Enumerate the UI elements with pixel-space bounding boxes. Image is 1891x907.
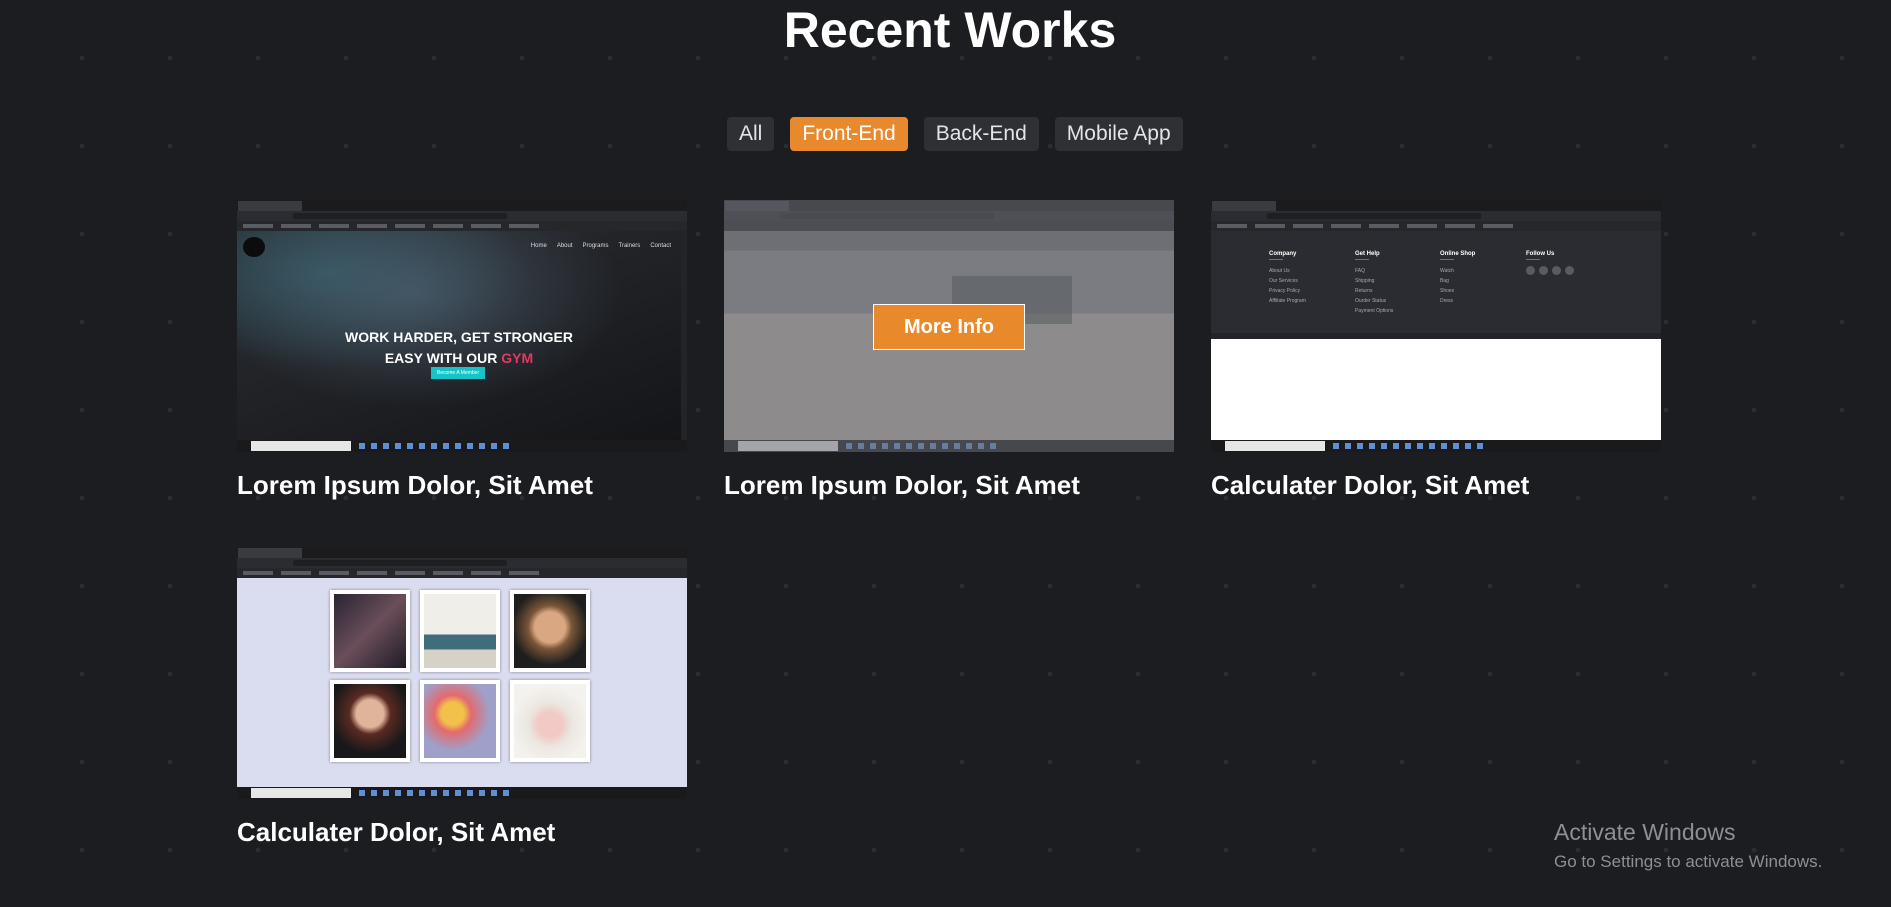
work-thumbnail-desk[interactable]: More Info — [724, 200, 1174, 452]
become-member-button: Become A Member — [431, 367, 485, 379]
work-thumbnail-gym[interactable]: Home About Programs Trainers Contact WOR… — [237, 200, 687, 452]
filter-back-end[interactable]: Back-End — [923, 117, 1039, 151]
filter-bar: All Front-End Back-End Mobile App — [727, 117, 1183, 151]
work-title[interactable]: Lorem Ipsum Dolor, Sit Amet — [724, 470, 1174, 501]
work-title[interactable]: Lorem Ipsum Dolor, Sit Amet — [237, 470, 687, 501]
gallery-photo — [330, 590, 410, 672]
linkedin-icon — [1552, 266, 1561, 275]
instagram-icon — [1565, 266, 1574, 275]
footer-col-get-help: Get Help FAQ Shipping Returns Ourder Sta… — [1355, 251, 1394, 314]
gym-site-preview: Home About Programs Trainers Contact WOR… — [237, 231, 681, 440]
work-card[interactable]: Calculater Dolor, Sit Amet — [237, 547, 687, 848]
gym-logo — [243, 237, 265, 257]
footer-site-preview: Company About Us Our Services Privacy Po… — [1211, 231, 1661, 333]
work-thumbnail-gallery[interactable] — [237, 547, 687, 799]
work-card[interactable]: Home About Programs Trainers Contact WOR… — [237, 200, 687, 501]
filter-all[interactable]: All — [727, 117, 775, 151]
gym-nav: Home About Programs Trainers Contact — [530, 243, 671, 249]
gym-headline: WORK HARDER, GET STRONGER EASY WITH OUR … — [345, 329, 573, 366]
work-thumbnail-footer[interactable]: Company About Us Our Services Privacy Po… — [1211, 200, 1661, 452]
gallery-photo — [510, 680, 590, 762]
work-card[interactable]: More Info Lorem Ipsum Dolor, Sit Amet — [724, 200, 1174, 501]
taskbar — [237, 787, 687, 799]
work-card[interactable]: Company About Us Our Services Privacy Po… — [1211, 200, 1661, 501]
gallery-photo — [510, 590, 590, 672]
gallery-photo — [420, 680, 500, 762]
section-title: Recent Works — [783, 2, 1117, 58]
activate-windows-watermark: Activate Windows Go to Settings to activ… — [1554, 819, 1823, 871]
gallery-site-preview — [237, 578, 687, 787]
gallery-photo — [330, 680, 410, 762]
work-title[interactable]: Calculater Dolor, Sit Amet — [1211, 470, 1661, 501]
facebook-icon — [1526, 266, 1535, 275]
footer-col-follow-us: Follow Us — [1526, 251, 1578, 277]
more-info-button[interactable]: More Info — [873, 304, 1025, 350]
gallery-photo — [420, 590, 500, 672]
footer-col-online-shop: Online Shop Watch Bag Shoes Dress — [1440, 251, 1476, 304]
filter-mobile-app[interactable]: Mobile App — [1054, 117, 1183, 151]
work-title[interactable]: Calculater Dolor, Sit Amet — [237, 817, 687, 848]
taskbar — [237, 440, 687, 452]
twitter-icon — [1539, 266, 1548, 275]
footer-col-company: Company About Us Our Services Privacy Po… — [1269, 251, 1306, 304]
taskbar — [1211, 440, 1661, 452]
filter-front-end[interactable]: Front-End — [790, 117, 908, 151]
